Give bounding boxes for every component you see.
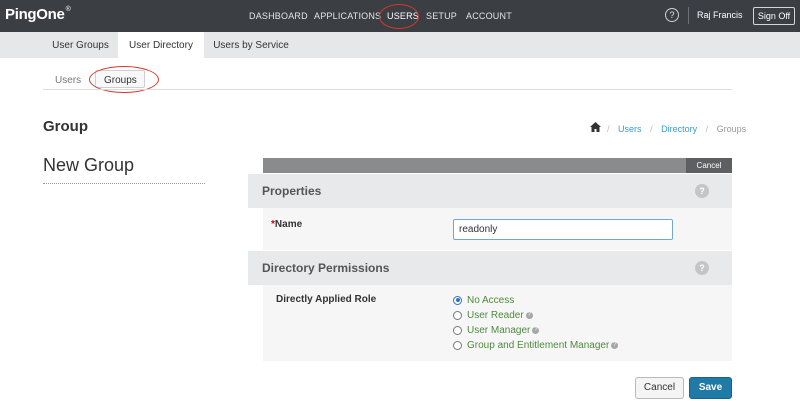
role-option-group-entitlement-manager[interactable]: Group and Entitlement Manager ? bbox=[453, 339, 619, 351]
role-option-no-access[interactable]: No Access bbox=[453, 294, 514, 306]
help-icon[interactable]: ? bbox=[532, 326, 540, 334]
tab-user-directory[interactable]: User Directory bbox=[118, 32, 204, 58]
nav-setup[interactable]: SETUP bbox=[426, 11, 457, 21]
page-title: Group bbox=[43, 118, 88, 135]
save-button[interactable]: Save bbox=[689, 377, 732, 399]
tab-user-groups[interactable]: User Groups bbox=[43, 32, 118, 58]
subtab-divider bbox=[43, 89, 732, 90]
radio-label: User Reader bbox=[467, 309, 524, 321]
heading-underline bbox=[43, 183, 205, 184]
user-name[interactable]: Raj Francis bbox=[697, 10, 743, 20]
group-name-input[interactable] bbox=[453, 219, 673, 240]
tab-users-by-service[interactable]: Users by Service bbox=[204, 32, 298, 58]
radio-label: No Access bbox=[467, 294, 515, 306]
radio-label: User Manager bbox=[467, 324, 531, 336]
permissions-help-icon[interactable]: ? bbox=[695, 261, 709, 275]
nav-dashboard[interactable]: DASHBOARD bbox=[249, 11, 308, 21]
nav-applications[interactable]: APPLICATIONS bbox=[314, 11, 381, 21]
name-label: *Name bbox=[271, 219, 303, 230]
properties-help-icon[interactable]: ? bbox=[695, 184, 709, 198]
top-cancel-button[interactable]: Cancel bbox=[686, 158, 732, 173]
help-icon[interactable]: ? bbox=[525, 311, 533, 319]
help-icon[interactable]: ? bbox=[611, 341, 619, 349]
breadcrumb-directory[interactable]: Directory bbox=[661, 124, 697, 134]
radio-button[interactable] bbox=[453, 325, 462, 335]
radio-button[interactable] bbox=[453, 340, 462, 350]
new-group-heading: New Group bbox=[43, 155, 135, 175]
breadcrumb-users[interactable]: Users bbox=[618, 124, 642, 134]
breadcrumb: / Users / Directory / Groups bbox=[607, 124, 747, 134]
users-highlight-circle bbox=[379, 4, 419, 29]
properties-section-header: Properties ? bbox=[248, 174, 732, 208]
role-label: Directly Applied Role bbox=[276, 294, 377, 305]
help-icon[interactable]: ? bbox=[665, 8, 679, 22]
radio-button[interactable] bbox=[453, 295, 462, 305]
breadcrumb-groups: Groups bbox=[716, 124, 747, 134]
permissions-section-header: Directory Permissions ? bbox=[248, 251, 732, 285]
nav-divider bbox=[688, 7, 689, 24]
top-nav-bar: PingOne® DASHBOARD APPLICATIONS USERS SE… bbox=[0, 0, 800, 32]
subtab-users[interactable]: Users bbox=[55, 75, 81, 86]
role-option-user-reader[interactable]: User Reader ? bbox=[453, 309, 533, 321]
permissions-title: Directory Permissions bbox=[262, 261, 390, 275]
section-tabs: User Groups User Directory Users by Serv… bbox=[0, 32, 800, 58]
properties-title: Properties bbox=[262, 184, 322, 198]
panel-top-bar bbox=[263, 158, 732, 173]
radio-button[interactable] bbox=[453, 310, 462, 320]
radio-label: Group and Entitlement Manager bbox=[467, 339, 610, 351]
role-option-user-manager[interactable]: User Manager ? bbox=[453, 324, 540, 336]
nav-account[interactable]: ACCOUNT bbox=[466, 11, 512, 21]
sign-off-button[interactable]: Sign Off bbox=[753, 7, 795, 25]
cancel-button[interactable]: Cancel bbox=[635, 377, 684, 399]
pingone-logo[interactable]: PingOne® bbox=[5, 6, 71, 23]
home-icon[interactable] bbox=[590, 122, 601, 132]
